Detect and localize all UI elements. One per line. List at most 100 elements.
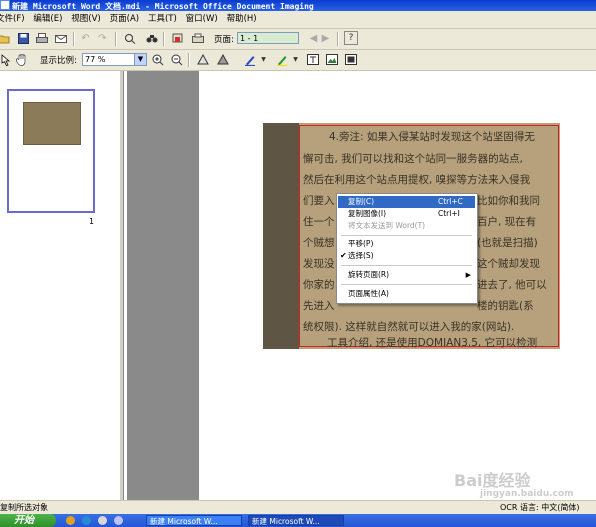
menu-page[interactable]: 页面(A) [110, 11, 145, 28]
recognize-text-icon[interactable] [122, 31, 137, 46]
toolbar-separator [188, 53, 190, 67]
read-aloud-icon[interactable] [170, 31, 185, 46]
start-button[interactable]: 开始 [0, 514, 56, 527]
doc-line: 统权限). 这样就自然就可以进入我的家(网站). [303, 321, 515, 333]
context-menu: 复制(C) Ctrl+C 复制图像(I) Ctrl+I 将文本发送到 Word(… [336, 193, 478, 304]
select-pointer-icon[interactable] [0, 52, 13, 67]
highlighter-icon[interactable] [274, 52, 289, 67]
ocr-language: OCR 语言: 中文(简体) [500, 503, 580, 512]
save-icon[interactable] [16, 31, 31, 46]
redo-icon[interactable]: ↷ [95, 31, 110, 46]
page-number-input[interactable]: 1 - 1 [237, 32, 299, 44]
doc-line: 工具介绍, 还是使用DOMIAN3.5, 它可以检测 [327, 337, 538, 349]
menu-item-label: 旋转页面(R) [348, 270, 390, 279]
pane-splitter[interactable] [120, 71, 123, 500]
menu-item-shortcut: Ctrl+C [438, 197, 463, 206]
menu-tools[interactable]: 工具(T) [148, 11, 183, 28]
app-icon [0, 0, 10, 10]
print-icon[interactable] [34, 31, 49, 46]
baidu-watermark-logo: Bai度经验 jingyan.baidu.com [454, 467, 574, 499]
scan-icon[interactable] [190, 31, 205, 46]
pan-hand-icon[interactable] [14, 52, 29, 67]
doc-line: 个贼想 [303, 237, 335, 249]
menu-item-page-properties[interactable]: 页面属性(A) [338, 288, 475, 300]
doc-line: 住一个 [303, 216, 335, 228]
highlighter-dropdown-icon[interactable]: ▼ [288, 52, 303, 67]
menu-item-select[interactable]: ✔ 选择(S) [338, 250, 475, 262]
menu-item-label: 复制(C) [348, 197, 375, 206]
start-label: 开始 [14, 515, 34, 526]
menu-item-shortcut: Ctrl+I [438, 209, 460, 218]
check-icon: ✔ [340, 251, 347, 260]
send-icon[interactable] [53, 31, 68, 46]
menu-item-pan[interactable]: 平移(P) [338, 238, 475, 250]
doc-fragment: 进去了, 他可以 [477, 279, 547, 291]
menu-item-label: 将文本发送到 Word(T) [348, 221, 426, 230]
zoom-value: 77 % [85, 55, 106, 64]
undo-icon[interactable]: ↶ [78, 31, 93, 46]
doc-fragment: 这个贼却发现 [477, 258, 540, 270]
document-margin [127, 71, 199, 500]
menu-divider [341, 284, 472, 285]
doc-line: 发现没 [303, 258, 335, 270]
page-thumbnail[interactable] [7, 89, 95, 213]
menu-item-label: 页面属性(A) [348, 289, 389, 298]
watermark-text: Bai度经验 [454, 471, 531, 490]
zoom-select[interactable]: 77 % ▼ [82, 53, 147, 66]
taskbar-item-active[interactable]: 新建 Microsoft W... [248, 515, 344, 526]
menu-view[interactable]: 视图(V) [71, 11, 106, 28]
menu-item-label: 选择(S) [348, 251, 374, 260]
text-box-icon[interactable] [305, 52, 320, 67]
taskbar-item[interactable]: 新建 Microsoft W... [146, 515, 242, 526]
toolbar-separator [73, 32, 75, 46]
menu-window[interactable]: 窗口(W) [186, 11, 224, 28]
pen-icon[interactable] [242, 52, 257, 67]
menu-divider [341, 235, 472, 236]
zoom-label: 显示比例: [40, 56, 77, 66]
taskbar: 开始 新建 Microsoft W... 新建 Microsoft W... [0, 514, 596, 527]
find-icon[interactable] [144, 31, 159, 46]
menu-item-label: 复制图像(I) [348, 209, 387, 218]
menu-help[interactable]: 帮助(H) [227, 11, 263, 28]
menu-edit[interactable]: 编辑(E) [33, 11, 68, 28]
menu-item-copy-image[interactable]: 复制图像(I) Ctrl+I [338, 208, 475, 220]
doc-line: 你家的 [303, 279, 335, 291]
doc-line: 4.旁注: 如果入侵某站时发现这个站坚固得无 [329, 131, 535, 143]
window-title: 新建 Microsoft Word 文档.mdi - Microsoft Off… [12, 2, 314, 11]
doc-fragment: 楼的钥匙(系 [477, 300, 534, 312]
doc-line: 然后在利用这个站点用提权, 嗅探等方法来入侵我 [303, 174, 531, 186]
zoom-in-icon[interactable] [150, 52, 165, 67]
help-icon[interactable]: ? [344, 31, 358, 45]
submenu-arrow-icon: ▶ [465, 271, 471, 279]
picture-icon[interactable] [324, 52, 339, 67]
chevron-down-icon[interactable]: ▼ [134, 54, 146, 65]
rotate-left-icon[interactable] [195, 52, 210, 67]
scan-dark-edge [263, 123, 299, 349]
watermark-url: jingyan.baidu.com [480, 489, 574, 499]
ie-icon[interactable] [82, 516, 91, 525]
image-properties-icon[interactable] [343, 52, 358, 67]
pen-dropdown-icon[interactable]: ▼ [256, 52, 271, 67]
view-toolbar: 显示比例: 77 % ▼ ▼ ▼ [0, 50, 596, 71]
thumbnail-pane: 1 [0, 71, 124, 500]
next-page-icon[interactable]: ▶ [318, 31, 333, 46]
doc-line: 们要入 [303, 195, 335, 207]
menu-item-rotate-page[interactable]: 旋转页面(R) ▶ [338, 269, 475, 281]
quicklaunch-icon[interactable] [114, 516, 123, 525]
doc-fragment: 百户, 现在有 [477, 216, 537, 228]
toolbar-separator [337, 32, 339, 46]
taskbar-item-label: 新建 Microsoft W... [150, 517, 218, 526]
open-icon[interactable] [0, 31, 11, 46]
toolbar-separator [115, 32, 117, 46]
menu-file[interactable]: 文件(F) [0, 11, 31, 28]
thumbnail-image [23, 102, 81, 145]
quicklaunch-icon[interactable] [66, 516, 75, 525]
quicklaunch-icon[interactable] [98, 516, 107, 525]
rotate-right-icon[interactable] [215, 52, 230, 67]
zoom-out-icon[interactable] [169, 52, 184, 67]
menu-item-copy[interactable]: 复制(C) Ctrl+C [338, 196, 475, 208]
menu-divider [341, 265, 472, 266]
status-text: 复制所选对象 [0, 503, 48, 512]
menu-item-send-to-word[interactable]: 将文本发送到 Word(T) [338, 220, 475, 232]
doc-fragment: (也就是扫描) [477, 237, 538, 249]
